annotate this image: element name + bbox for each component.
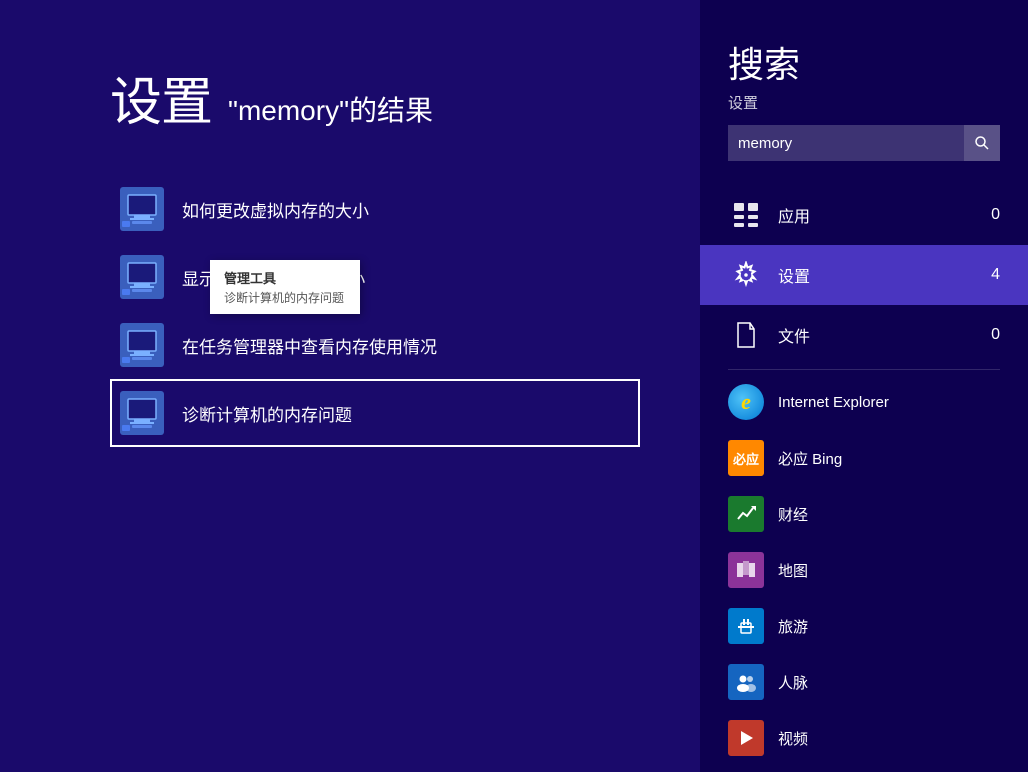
search-box <box>728 125 1000 161</box>
sidebar: 搜索 设置 <box>700 0 1028 772</box>
title-settings: 设置 <box>110 60 212 135</box>
sidebar-header: 搜索 设置 <box>700 0 1028 181</box>
app-name-bing: 必应 Bing <box>778 448 842 469</box>
page-title-area: 设置 "memory"的结果 <box>110 60 640 135</box>
ie-icon: e <box>728 384 764 420</box>
app-item-video[interactable]: 视频 <box>700 710 1028 766</box>
category-count-apps: 0 <box>991 206 1000 224</box>
result-text-4: 诊断计算机的内存问题 <box>182 401 352 426</box>
category-item-settings[interactable]: 设置 4 <box>700 245 1028 305</box>
main-panel: 设置 "memory"的结果 如何更改虚拟内存的大小 <box>0 0 700 772</box>
app-item-finance[interactable]: 财经 <box>700 486 1028 542</box>
app-name-maps: 地图 <box>778 560 808 581</box>
result-icon-2 <box>118 253 166 301</box>
people-icon <box>728 664 764 700</box>
video-icon <box>728 720 764 756</box>
app-item-ie[interactable]: e Internet Explorer <box>700 374 1028 430</box>
grid-icon <box>728 197 764 233</box>
app-name-travel: 旅游 <box>778 616 808 637</box>
category-count-settings: 4 <box>991 266 1000 284</box>
category-count-files: 0 <box>991 326 1000 344</box>
app-name-finance: 财经 <box>778 504 808 525</box>
result-text-1: 如何更改虚拟内存的大小 <box>182 197 369 222</box>
tooltip-title: 管理工具 <box>224 268 346 287</box>
app-item-travel[interactable]: 旅游 <box>700 598 1028 654</box>
app-item-bing[interactable]: 必应 必应 Bing <box>700 430 1028 486</box>
category-item-apps[interactable]: 应用 0 <box>700 185 1028 245</box>
sidebar-subtitle: 设置 <box>728 92 1000 113</box>
result-icon-1 <box>118 185 166 233</box>
app-name-video: 视频 <box>778 728 808 749</box>
search-input[interactable] <box>728 127 964 160</box>
result-list: 如何更改虚拟内存的大小 显示此计算机 RAM 大小 <box>110 175 640 447</box>
result-text-3: 在任务管理器中查看内存使用情况 <box>182 333 437 358</box>
result-item-4[interactable]: 诊断计算机的内存问题 <box>110 379 640 447</box>
app-name-ie: Internet Explorer <box>778 394 889 411</box>
tooltip-desc: 诊断计算机的内存问题 <box>224 289 346 306</box>
sidebar-title: 搜索 <box>728 36 1000 88</box>
category-name-files: 文件 <box>778 323 991 347</box>
result-item-2[interactable]: 显示此计算机 RAM 大小 <box>110 243 640 311</box>
category-item-files[interactable]: 文件 0 <box>700 305 1028 365</box>
divider <box>728 369 1000 370</box>
title-query: "memory"的结果 <box>228 89 433 129</box>
tooltip: 管理工具 诊断计算机的内存问题 <box>210 260 360 314</box>
search-button[interactable] <box>964 125 1000 161</box>
file-icon <box>728 317 764 353</box>
result-item-1[interactable]: 如何更改虚拟内存的大小 <box>110 175 640 243</box>
bing-icon: 必应 <box>728 440 764 476</box>
finance-icon <box>728 496 764 532</box>
app-item-maps[interactable]: 地图 <box>700 542 1028 598</box>
result-icon-4 <box>118 389 166 437</box>
app-item-people[interactable]: 人脉 <box>700 654 1028 710</box>
maps-icon <box>728 552 764 588</box>
category-name-apps: 应用 <box>778 203 991 227</box>
result-icon-3 <box>118 321 166 369</box>
gear-icon <box>728 257 764 293</box>
travel-icon <box>728 608 764 644</box>
category-list: 应用 0 设置 4 文件 0 <box>700 185 1028 766</box>
result-item-3[interactable]: 在任务管理器中查看内存使用情况 <box>110 311 640 379</box>
app-name-people: 人脉 <box>778 672 808 693</box>
category-name-settings: 设置 <box>778 263 991 287</box>
